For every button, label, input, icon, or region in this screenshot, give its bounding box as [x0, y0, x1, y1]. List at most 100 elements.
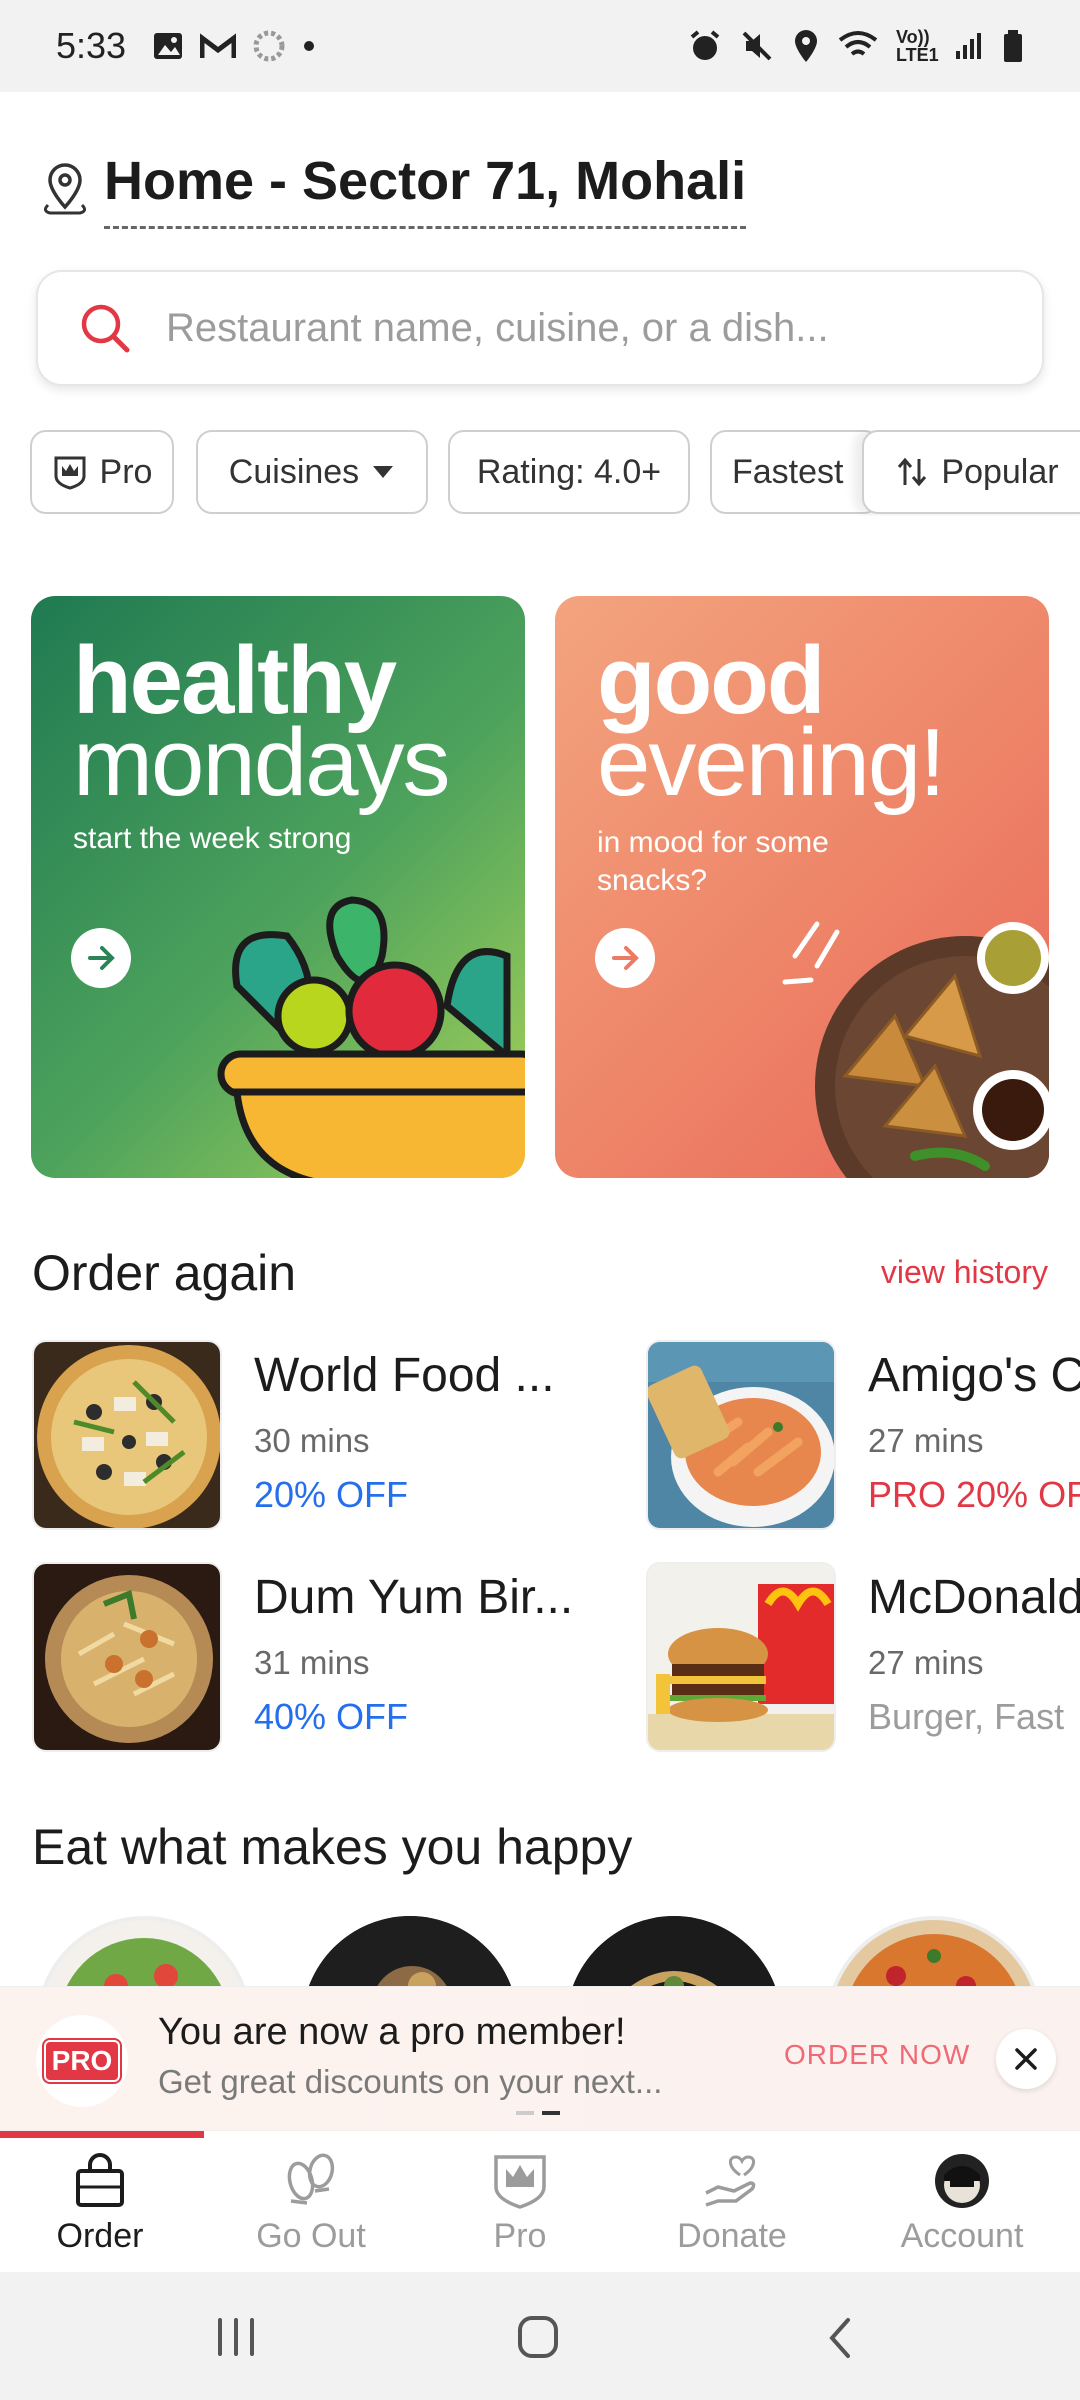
dot-icon: [304, 41, 315, 51]
cuisine-text: Burger, Fast: [868, 1696, 1065, 1737]
offer-text: 20% OFF: [254, 1474, 409, 1515]
restaurant-image: [646, 1340, 836, 1530]
filter-chip-label: Pro: [99, 452, 153, 491]
nav-tab-donate[interactable]: Donate: [624, 2153, 840, 2256]
donate-hand-heart-icon: [705, 2155, 756, 2207]
search-bar[interactable]: [36, 270, 1044, 386]
nav-tab-order[interactable]: Order: [0, 2153, 208, 2256]
caret-down-icon: [373, 466, 394, 478]
samosa-plate-illustration: [782, 921, 1049, 1178]
nav-tab-label: Account: [900, 2217, 1024, 2255]
nav-tab-go-out[interactable]: Go Out: [203, 2153, 419, 2256]
filter-chip-rating[interactable]: Rating: 4.0+: [448, 430, 690, 514]
restaurant-image: [32, 1562, 222, 1752]
banner-title-line2: evening!: [597, 709, 946, 816]
filter-chips: Pro Cuisines Rating: 4.0+ Fastest Popula…: [30, 430, 1080, 516]
banner-title-line2: mondays: [73, 709, 451, 816]
promo-banner-good-evening[interactable]: good evening! in mood for some snacks?: [555, 596, 1049, 1178]
status-left-icons: [152, 29, 316, 63]
gallery-icon: [154, 33, 183, 59]
offer-text: PRO 20% OF: [868, 1474, 1080, 1515]
footprints-icon: [287, 2153, 335, 2205]
banner-title: healthy mondays: [73, 633, 451, 816]
delivery-time: 27 mins: [868, 1422, 984, 1459]
filter-chip-label: Cuisines: [228, 452, 360, 491]
restaurant-name: Dum Yum Bir...: [254, 1571, 574, 1624]
bottom-navigation: Order Go Out Pro Donate Account: [0, 2130, 1080, 2272]
pro-banner-title: You are now a pro member!: [158, 2011, 626, 2053]
status-bar: 5:33 Vo)) LTE1: [0, 0, 1080, 92]
status-time: 5:33: [56, 25, 127, 66]
banner-title: good evening!: [597, 633, 946, 816]
nav-tab-pro[interactable]: Pro: [412, 2153, 628, 2256]
arrow-right-icon: [88, 946, 115, 970]
view-history-link[interactable]: view history: [881, 1254, 1048, 1291]
shopping-bag-icon: [76, 2153, 124, 2207]
search-input[interactable]: [166, 305, 1016, 351]
pro-banner-subtitle: Get great discounts on your next...: [158, 2063, 663, 2100]
filter-chip-label: Rating: 4.0+: [476, 452, 662, 491]
sort-icon: [898, 457, 927, 487]
filter-chip-label: Fastest: [732, 452, 844, 491]
order-now-button[interactable]: ORDER NOW: [784, 2039, 970, 2071]
alarm-icon: [690, 30, 720, 60]
pro-crown-icon: [54, 456, 86, 490]
offer-text: 40% OFF: [254, 1696, 409, 1737]
close-icon: [1015, 2048, 1037, 2070]
order-again-title: Order again: [32, 1245, 297, 1301]
happy-section-title: Eat what makes you happy: [32, 1819, 633, 1875]
restaurant-name: World Food ...: [254, 1349, 555, 1402]
search-icon: [81, 304, 130, 353]
restaurant-image: [32, 1340, 222, 1530]
location-pin-icon: [795, 30, 817, 62]
mute-icon: [742, 31, 772, 61]
delivery-time: 31 mins: [254, 1644, 370, 1681]
delivery-time: 30 mins: [254, 1422, 370, 1459]
carousel-dots: [516, 2111, 560, 2115]
salad-bowl-illustration: [217, 896, 525, 1178]
carousel-dot: [516, 2111, 534, 2115]
banner-subtitle: start the week strong: [73, 822, 352, 855]
filter-chip-cuisines[interactable]: Cuisines: [196, 430, 428, 514]
location-selector[interactable]: Home - Sector 71, Mohali: [40, 150, 747, 229]
wifi-icon: [838, 31, 878, 56]
order-again-card[interactable]: Amigo's C 27 mins PRO 20% OF: [646, 1340, 1080, 1536]
pro-member-banner[interactable]: PRO You are now a pro member! Get great …: [0, 1986, 1080, 2134]
nav-tab-account[interactable]: Account: [854, 2153, 1070, 2256]
restaurant-name: McDonald: [868, 1571, 1080, 1624]
sort-label: Popular: [941, 452, 1059, 491]
nav-tab-label: Donate: [677, 2217, 787, 2255]
banner-subtitle: in mood for some snacks?: [597, 826, 829, 897]
pro-badge-text: PRO: [43, 2040, 121, 2082]
location-title: Home - Sector 71, Mohali: [104, 150, 747, 229]
battery-icon: [1004, 30, 1022, 62]
status-right-icons: Vo)) LTE1: [688, 28, 1024, 64]
active-tab-indicator: [0, 2131, 204, 2138]
pro-badge: PRO: [36, 2015, 128, 2107]
arrow-right-icon: [612, 946, 639, 970]
home-icon[interactable]: [516, 2314, 560, 2360]
pro-crown-icon: [494, 2155, 546, 2209]
banner-arrow-button[interactable]: [71, 928, 131, 988]
filter-chip-pro[interactable]: Pro: [30, 430, 174, 514]
system-navigation-bar: [0, 2272, 1080, 2400]
restaurant-image: [646, 1562, 836, 1752]
nav-tab-label: Pro: [493, 2217, 547, 2255]
filter-chip-fastest[interactable]: Fastest: [710, 430, 880, 514]
sync-icon: [253, 30, 285, 62]
order-again-card[interactable]: World Food ... 30 mins 20% OFF: [32, 1340, 632, 1536]
order-again-card[interactable]: McDonald 27 mins Burger, Fast: [646, 1562, 1080, 1758]
sort-button[interactable]: Popular: [862, 430, 1080, 514]
recent-apps-icon[interactable]: [212, 2316, 260, 2358]
app-screen: 5:33 Vo)) LTE1 Home - Sector 71, Mohali: [0, 0, 1080, 2400]
network-label: Vo)) LTE1: [896, 27, 939, 65]
order-again-card[interactable]: Dum Yum Bir... 31 mins 40% OFF: [32, 1562, 632, 1758]
delivery-time: 27 mins: [868, 1644, 984, 1681]
restaurant-name: Amigo's C: [868, 1349, 1080, 1402]
close-button[interactable]: [996, 2029, 1056, 2089]
back-icon[interactable]: [824, 2316, 858, 2360]
gmail-icon: [200, 33, 237, 58]
promo-banner-healthy-mondays[interactable]: healthy mondays start the week strong: [31, 596, 525, 1178]
banner-arrow-button[interactable]: [595, 928, 655, 988]
nav-tab-label: Go Out: [256, 2217, 366, 2255]
